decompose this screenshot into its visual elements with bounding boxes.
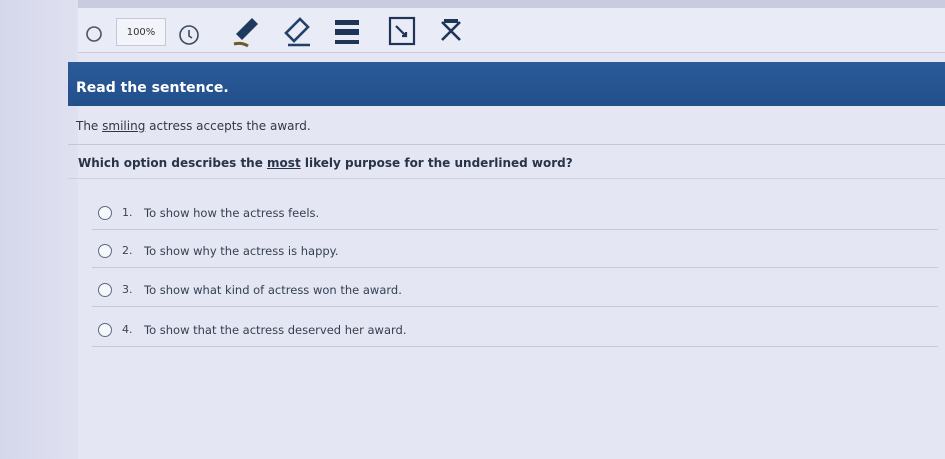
radio-button[interactable] (98, 322, 112, 337)
option-number: 2. (122, 244, 133, 257)
option-number: 4. (122, 323, 133, 336)
option-number: 3. (122, 283, 133, 296)
window-top-strip (0, 0, 945, 8)
answer-option-3[interactable]: 3. To show what kind of actress won the … (92, 273, 938, 307)
header-title: Read the sentence. (76, 80, 229, 96)
option-text: To show what kind of actress won the awa… (144, 282, 402, 297)
answer-masking-icon[interactable] (332, 16, 362, 48)
divider (68, 144, 945, 145)
question-text-before: Which option describes the (78, 156, 268, 170)
answer-option-1[interactable]: 1. To show how the actress feels. (92, 196, 938, 230)
option-number: 1. (122, 206, 133, 219)
option-text: To show that the actress deserved her aw… (144, 322, 407, 337)
passage-text-after: actress accepts the award. (145, 119, 311, 133)
line-reader-icon[interactable] (176, 22, 202, 48)
passage-sentence: The smiling actress accepts the award. (76, 119, 311, 133)
radio-button[interactable] (98, 282, 112, 297)
notepad-icon[interactable] (386, 14, 420, 48)
answer-option-2[interactable]: 2. To show why the actress is happy. (92, 234, 938, 268)
passage-text-before: The (76, 119, 103, 133)
option-text: To show why the actress is happy. (144, 243, 339, 258)
radio-button[interactable] (98, 243, 112, 258)
question-emphasis: most (267, 156, 301, 170)
answer-option-4[interactable]: 4. To show that the actress deserved her… (92, 313, 938, 347)
zoom-level[interactable]: 100% (116, 18, 166, 46)
search-icon[interactable] (82, 22, 106, 46)
option-text: To show how the actress feels. (144, 205, 320, 220)
radio-button[interactable] (98, 205, 112, 220)
underlined-word: smiling (102, 119, 146, 133)
question-prompt: Which option describes the most likely p… (78, 156, 573, 170)
question-text-after: likely purpose for the underlined word? (300, 156, 573, 170)
option-eliminator-icon[interactable] (436, 16, 466, 46)
highlighter-icon[interactable] (228, 14, 262, 50)
toolbar (78, 8, 945, 53)
divider (68, 178, 945, 179)
eraser-icon[interactable] (280, 14, 316, 50)
left-margin (0, 0, 78, 459)
